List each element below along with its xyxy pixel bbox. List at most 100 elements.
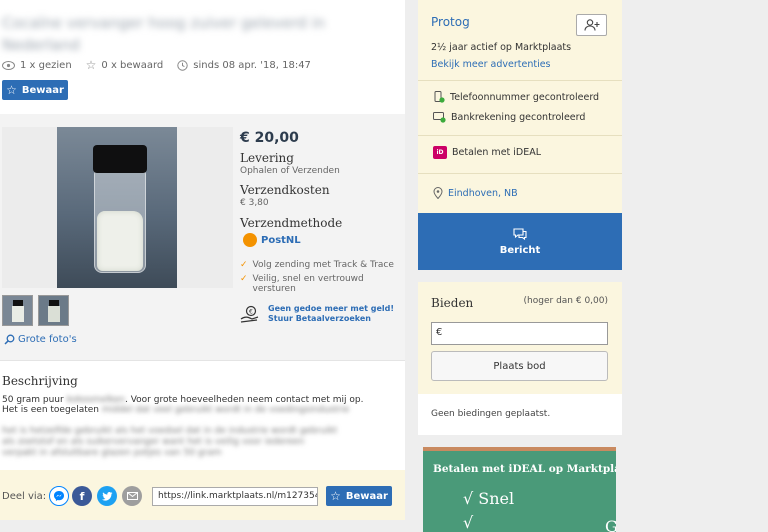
thumb-jar-image (48, 306, 60, 322)
description-line-3: het is hetzelfde gebruikt als het voedse… (2, 426, 338, 436)
views-count: 1 x gezien (20, 59, 72, 71)
listing-meta: 1 x gezien ☆ 0 x bewaard sinds 08 apr. '… (2, 58, 311, 72)
large-photos-label: Grote foto's (18, 334, 77, 345)
divider (418, 135, 622, 136)
description-line-4: als zoetstof en als suikervervanger want… (2, 437, 305, 447)
bids-empty-text: Geen biedingen geplaatst. (431, 409, 551, 419)
views-stat: 1 x gezien (2, 60, 72, 71)
promo-item-fast: √ Snel (463, 489, 515, 508)
phone-verified: Telefoonnummer gecontroleerd (433, 91, 599, 103)
check-icon: ✓ (240, 260, 248, 270)
large-photos-link[interactable]: Grote foto's (4, 334, 77, 345)
location-pin-icon (433, 187, 443, 199)
since-stat: sinds 08 apr. '18, 18:47 (177, 60, 311, 71)
twitter-share-button[interactable] (97, 486, 117, 506)
ideal-icon: iD (433, 146, 447, 159)
desc-text: 50 gram puur (2, 395, 67, 405)
description-line-5: verpakt in afsluitbare glazen potjes van… (2, 448, 222, 458)
mail-icon (126, 492, 138, 500)
bid-form: Bieden (hoger dan € 0,00) € Plaats bod (418, 282, 622, 394)
thumb-jar-image (12, 306, 24, 322)
description-line-2: Het is een toegelaten middel dat veel ge… (2, 405, 349, 415)
pay-ideal-text: Betalen met iDEAL (452, 147, 542, 158)
delivery-value: Ophalen of Verzenden (240, 166, 340, 176)
divider (418, 173, 622, 174)
bank-verified: Bankrekening gecontroleerd (433, 111, 585, 123)
shipping-cost-value: € 3,80 (240, 198, 269, 208)
feature-text: Volg zending met Track & Trace (252, 260, 394, 270)
pay-ideal: iD Betalen met iDEAL (433, 146, 541, 159)
carrier-name: PostNL (261, 234, 301, 246)
payreq-text: Geen gedoe meer met geld! Stuur Betaalve… (268, 304, 394, 324)
bid-title: Bieden (431, 296, 474, 310)
bid-minimum-hint: (hoger dan € 0,00) (523, 296, 608, 306)
seller-more-ads-link[interactable]: Bekijk meer advertenties (431, 59, 551, 70)
promo-partial-text: G (605, 517, 616, 532)
description-title: Beschrijving (2, 374, 78, 388)
save-button-label: Bewaar (21, 84, 64, 96)
shipping-method-label: Verzendmethode (240, 216, 343, 230)
main-photo[interactable] (2, 127, 233, 288)
saved-stat: ☆ 0 x bewaard (86, 58, 164, 72)
desc-text: Het is een toegelaten (2, 405, 102, 415)
star-icon: ☆ (6, 83, 17, 97)
message-button[interactable]: Bericht (418, 213, 622, 270)
share-label: Deel via: (2, 491, 47, 502)
star-icon: ☆ (330, 489, 341, 503)
bid-card: Bieden (hoger dan € 0,00) € Plaats bod G… (418, 282, 622, 435)
save-button-bottom[interactable]: ☆ Bewaar (326, 486, 392, 506)
feature-text: Veilig, snel en vertrouwd versturen (252, 274, 364, 294)
saved-count: 0 x bewaard (101, 59, 164, 71)
seller-location: Eindhoven, NB (433, 187, 518, 199)
add-user-icon (583, 19, 599, 31)
twitter-icon (101, 491, 112, 501)
facebook-share-button[interactable]: f (72, 486, 92, 506)
phone-check-icon (434, 91, 445, 103)
payment-request-promo[interactable]: € Geen gedoe meer met geld! Stuur Betaal… (240, 304, 394, 324)
star-outline-icon: ☆ (85, 58, 97, 72)
feature-track-trace: ✓ Volg zending met Track & Trace (240, 260, 394, 270)
ideal-promo-banner[interactable]: Betalen met iDEAL op Marktplaats √ Snel … (423, 447, 616, 532)
delivery-label: Levering (240, 151, 294, 165)
place-bid-button[interactable]: Plaats bod (431, 351, 608, 381)
share-url-input[interactable]: https://link.marktplaats.nl/m1273541101 (152, 487, 318, 506)
shipping-carrier: PostNL (243, 233, 301, 247)
seller-location-text[interactable]: Eindhoven, NB (448, 188, 518, 199)
bid-amount-input[interactable]: € (431, 322, 608, 345)
postnl-logo-icon (243, 233, 257, 247)
email-share-button[interactable] (122, 486, 142, 506)
messenger-icon (54, 491, 64, 501)
thumbnail-2[interactable] (38, 295, 69, 326)
desc-text: . Voor grote hoeveelheden neem contact m… (124, 395, 364, 405)
jar-cap-image (93, 145, 147, 173)
bank-verified-text: Bankrekening gecontroleerd (451, 111, 586, 123)
listing-title: Cocaïne vervanger hoog zuiver geleverd i… (2, 14, 326, 54)
divider (418, 80, 622, 81)
shipping-cost-label: Verzendkosten (240, 183, 330, 197)
desc-blurred-text: middel dat veel gebruikt wordt in de voe… (101, 405, 350, 415)
hand-coin-icon: € (240, 305, 259, 323)
save-button-label: Bewaar (345, 490, 388, 502)
thumbnail-1[interactable] (2, 295, 33, 326)
svg-text:€: € (249, 309, 253, 316)
divider (0, 360, 405, 361)
magnifier-icon (4, 334, 15, 345)
seller-name[interactable]: Protog (431, 15, 470, 29)
messenger-share-button[interactable] (49, 486, 69, 506)
seller-card: Protog 2½ jaar actief op Marktplaats Bek… (418, 0, 622, 270)
description-line-1: 50 gram puur kokosmelken. Voor grote hoe… (2, 395, 363, 405)
phone-verified-text: Telefoonnummer gecontroleerd (450, 91, 600, 103)
message-button-label: Bericht (499, 244, 541, 256)
payreq-line1: Geen gedoe meer met geld! (268, 304, 395, 313)
payreq-line2: Stuur Betaalverzoeken (268, 314, 371, 323)
save-button[interactable]: ☆ Bewaar (2, 80, 68, 100)
clock-icon (177, 59, 188, 71)
bank-card-check-icon (433, 112, 446, 123)
product-photo (57, 127, 177, 288)
facebook-icon: f (79, 489, 85, 503)
follow-seller-button[interactable] (576, 14, 607, 36)
price: € 20,00 (240, 130, 299, 146)
feature-safe-shipping: ✓ Veilig, snel en vertrouwd versturen (240, 274, 405, 294)
listing-card: Cocaïne vervanger hoog zuiver geleverd i… (0, 0, 405, 520)
since-date: sinds 08 apr. '18, 18:47 (193, 59, 311, 71)
